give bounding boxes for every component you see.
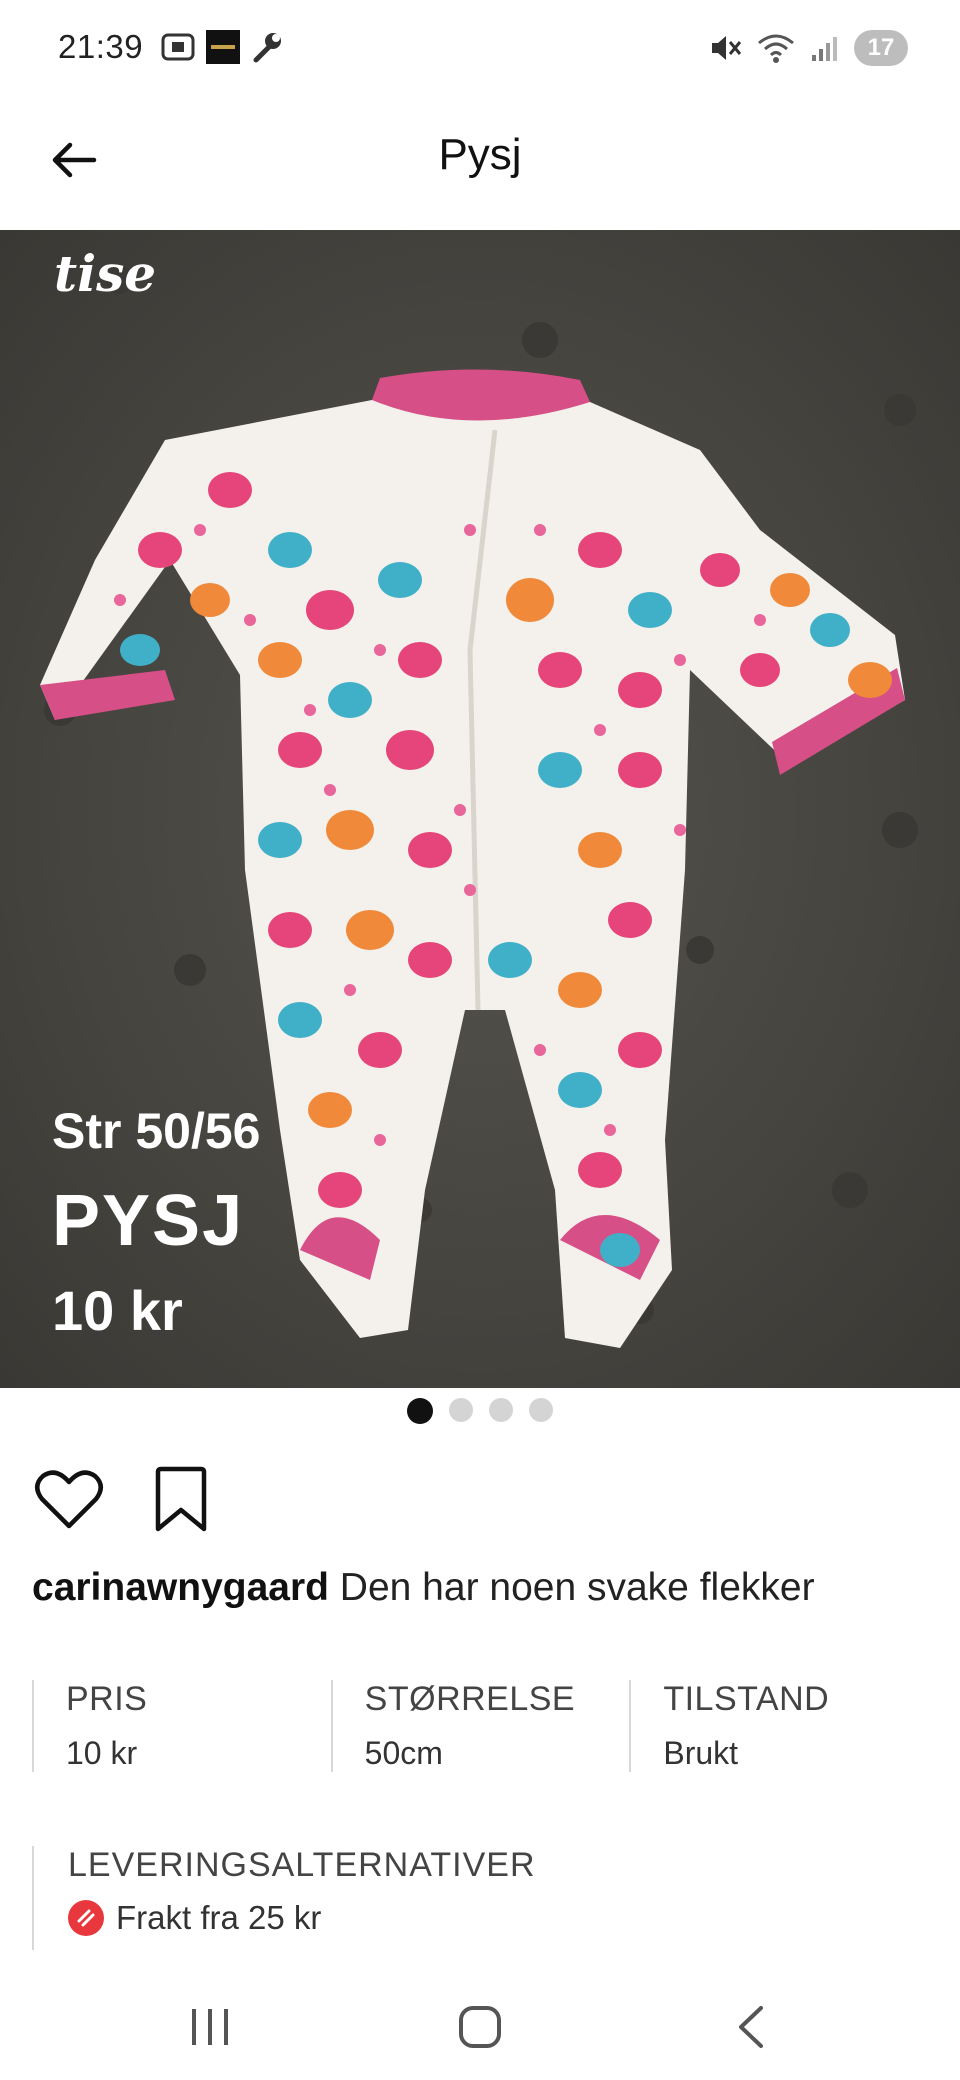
app-thumbnail-icon [206, 30, 240, 64]
save-button[interactable] [152, 1466, 210, 1539]
detail-label: TILSTAND [663, 1680, 830, 1718]
description-text: Den har noen svake flekker [328, 1566, 815, 1609]
detail-value: Brukt [663, 1735, 739, 1771]
photo-overlay-size: Str 50/56 [52, 1103, 261, 1159]
signal-icon [812, 37, 837, 61]
recent-apps-icon [192, 2009, 228, 2045]
screenshot-icon [161, 33, 195, 61]
like-button[interactable] [34, 1468, 104, 1537]
page-dot-2[interactable] [449, 1398, 473, 1422]
listing-description: carinawnygaard Den har noen svake flekke… [32, 1566, 815, 1610]
detail-label: PRIS [66, 1680, 148, 1718]
photo-pagination [0, 1398, 960, 1424]
shipping-icon [68, 1900, 104, 1936]
photo-overlay-title: PYSJ [52, 1181, 245, 1261]
photo-overlay-price: 10 kr [52, 1279, 183, 1342]
shipping-option-label: Frakt fra 25 kr [116, 1899, 322, 1936]
status-time: 21:39 [58, 28, 144, 65]
detail-value: 50cm [364, 1735, 443, 1771]
page-dot-4[interactable] [529, 1398, 553, 1422]
listing-actions [34, 1466, 210, 1539]
page-dot-3[interactable] [489, 1398, 513, 1422]
recent-apps-button[interactable] [170, 1992, 250, 2062]
delivery-label: LEVERINGSALTERNATIVER [68, 1846, 536, 1884]
delivery-options: LEVERINGSALTERNATIVER Frakt fra 25 kr [32, 1846, 928, 1950]
detail-size: STØRRELSE 50cm [330, 1680, 630, 1772]
notification-badge: 17 [854, 30, 908, 66]
system-back-button[interactable] [710, 1992, 790, 2062]
bookmark-icon [155, 1466, 207, 1532]
seller-username[interactable]: carinawnygaard [32, 1566, 329, 1609]
shipping-option[interactable]: Frakt fra 25 kr [68, 1899, 928, 1937]
status-right-icons: 17 [708, 30, 908, 66]
listing-details: PRIS 10 kr STØRRELSE 50cm TILSTAND Brukt [32, 1680, 928, 1772]
detail-condition: TILSTAND Brukt [629, 1680, 928, 1772]
app-header: Pysj [0, 100, 960, 230]
product-photo[interactable]: tise Str 50/56 PYSJ 10 kr [0, 230, 960, 1388]
chevron-left-icon [739, 2006, 763, 2048]
mute-icon [712, 36, 742, 60]
tise-logo: tise [54, 244, 157, 303]
status-bar: 21:39 17 [0, 0, 960, 100]
detail-label: STØRRELSE [364, 1680, 576, 1718]
wifi-icon [758, 34, 794, 63]
page-dot-1[interactable] [407, 1398, 433, 1424]
detail-price: PRIS 10 kr [32, 1680, 331, 1772]
wrench-icon [253, 33, 281, 63]
home-button[interactable] [440, 1992, 520, 2062]
system-nav-bar [0, 1972, 960, 2080]
status-left-icons [160, 30, 284, 64]
heart-icon [35, 1470, 103, 1529]
home-icon [459, 2006, 501, 2048]
page-title: Pysj [438, 130, 522, 179]
detail-value: 10 kr [66, 1735, 138, 1771]
